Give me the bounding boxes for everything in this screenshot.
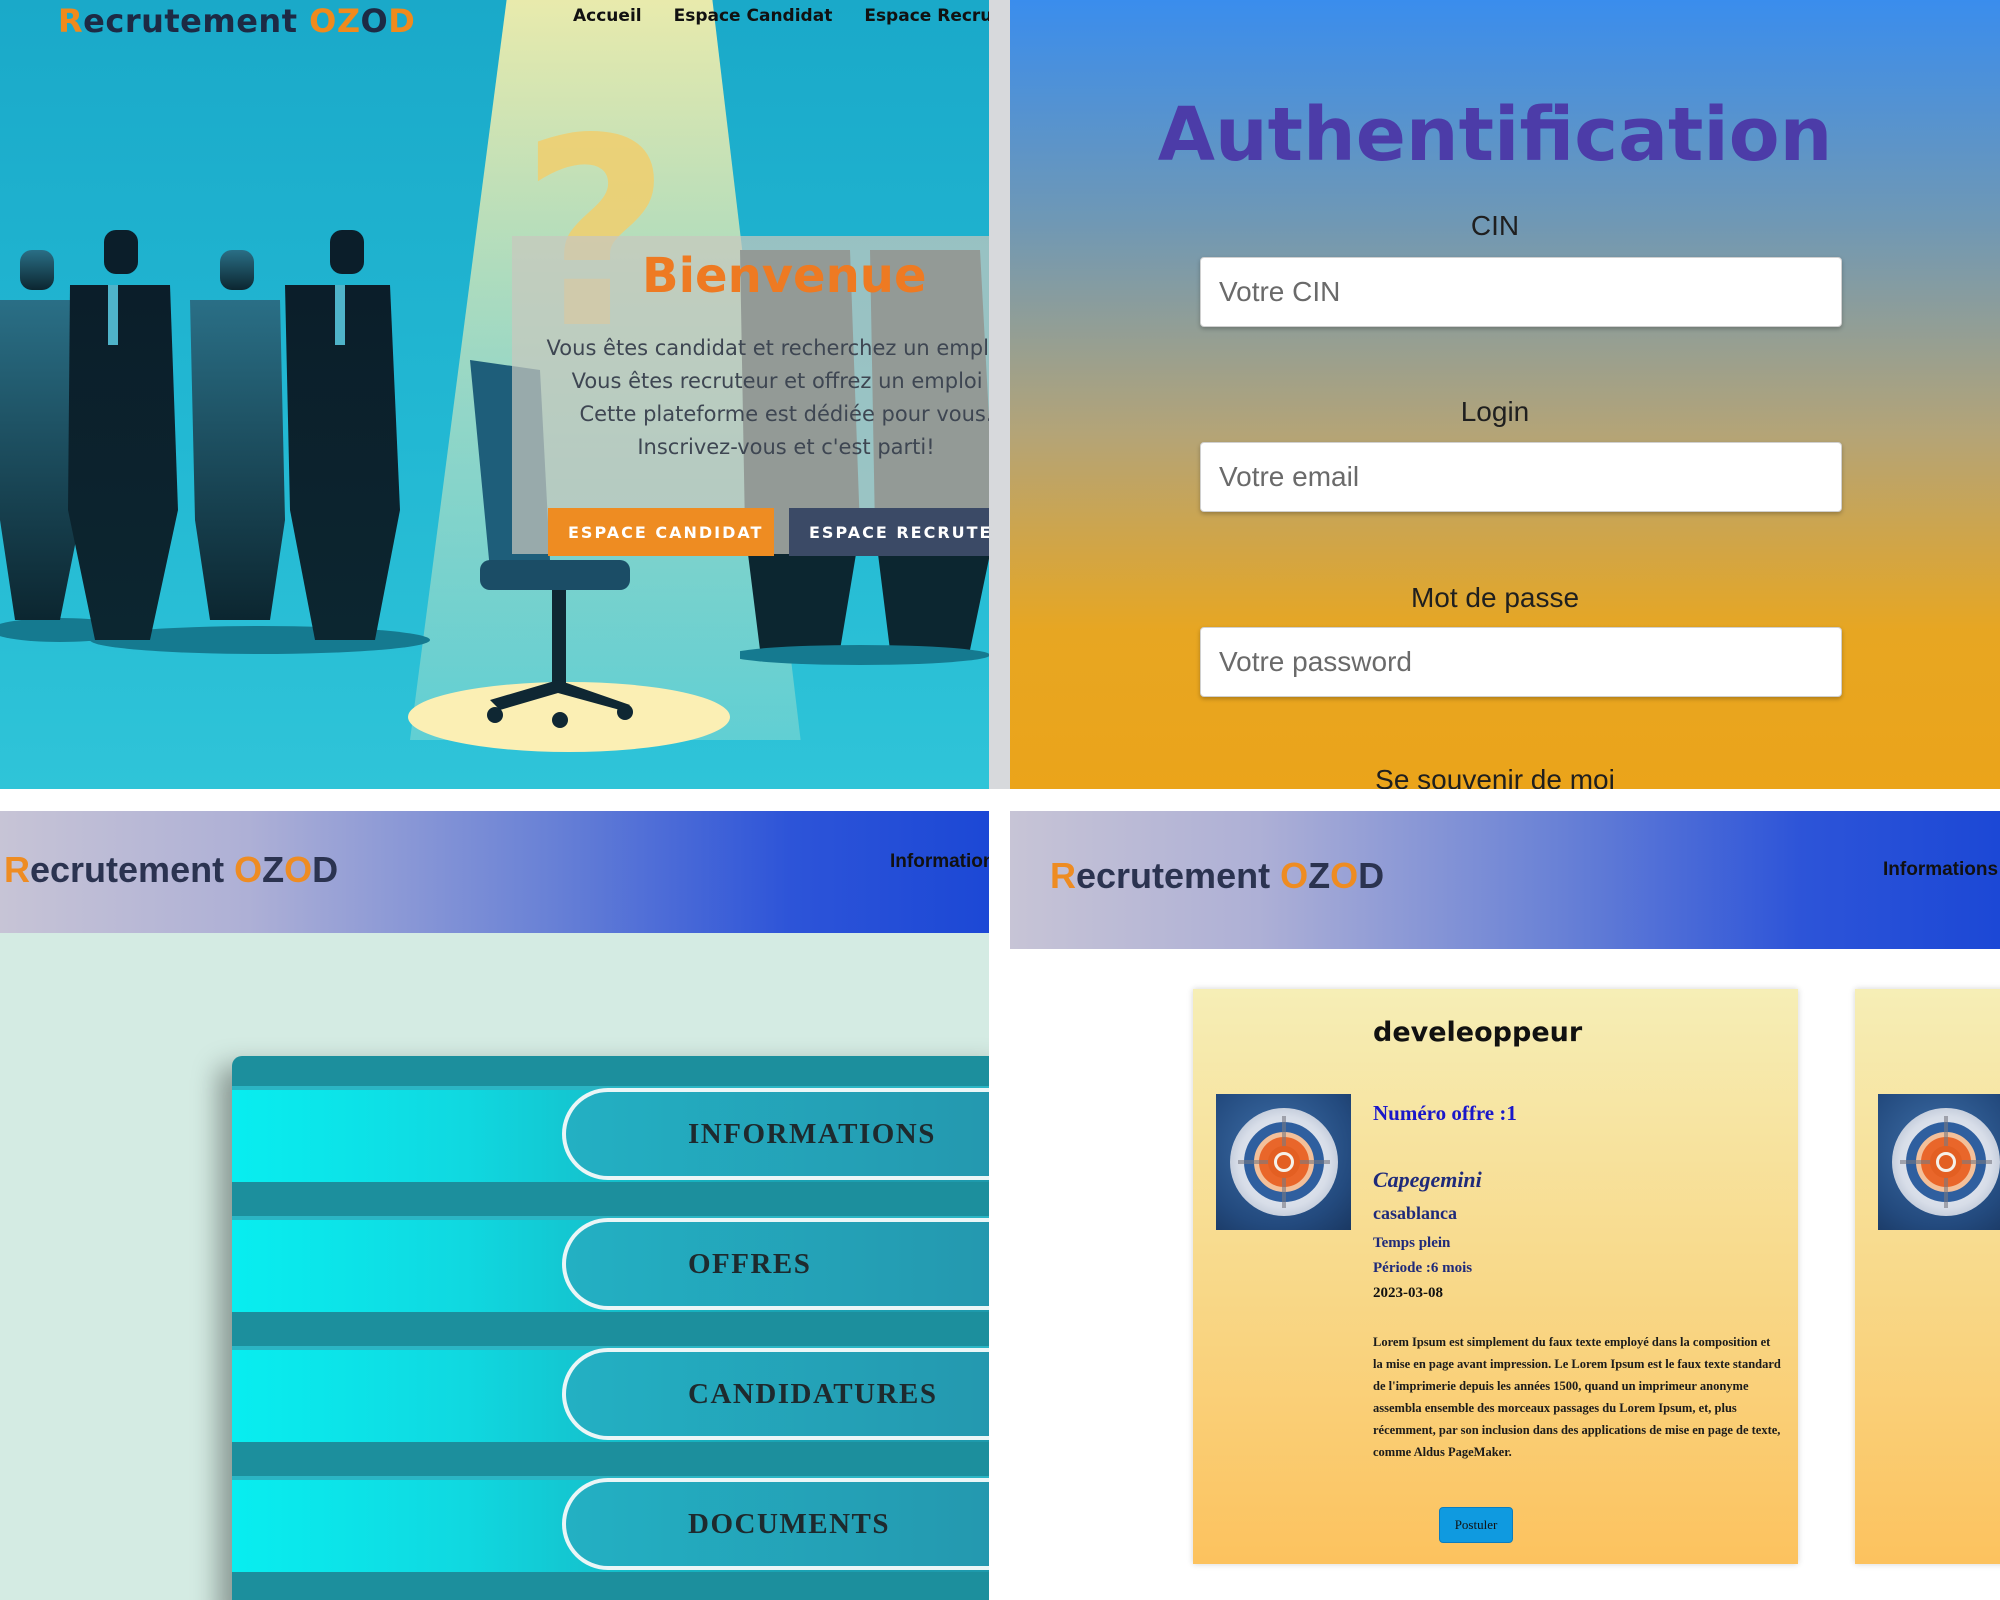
remember-me-label[interactable]: Se souvenir de moi [1010,764,2000,789]
nav-espace-recruteur[interactable]: Espace Recruteur [864,6,989,26]
offer-contract: Temps plein [1373,1235,1451,1251]
brand-letter-d: D [312,849,339,890]
postuler-button[interactable]: Postuler [1439,1507,1513,1543]
panel-divider [989,0,1010,789]
cin-input[interactable] [1200,257,1842,327]
nav-informations[interactable]: Informations [890,851,989,873]
welcome-line: Cette plateforme est dédiée pour vous. [579,402,989,426]
brand-word: ecrutement [83,2,310,40]
offer-title: develeoppeur [1373,1017,1583,1048]
welcome-text: Vous êtes candidat et recherchez un empl… [512,332,989,464]
brand-word: ecrutement [30,849,235,890]
brand-letter-o2: O [360,2,389,40]
offers-panel: Recrutement OZOD Informations develeoppe… [1010,811,2000,1600]
brand-logo[interactable]: Recrutement OZOD [4,849,338,891]
menu-stack: INFORMATIONS OFFRES CANDIDATURES DOCUMEN… [232,1056,989,1600]
brand-initial: R [1050,855,1076,896]
welcome-line: Inscrivez-vous et c'est parti! [637,435,935,459]
target-logo-icon [1216,1094,1351,1230]
offer-city: casablanca [1373,1203,1458,1223]
login-title: Authentification [1157,92,1833,178]
offer-card [1855,989,2000,1564]
brand-letter-o: O [309,2,337,40]
target-logo-icon [1878,1094,2000,1230]
offer-company: Capegemini [1373,1167,1482,1192]
offer-number: Numéro offre :1 [1373,1101,1517,1125]
nav-informations[interactable]: Informations [1883,859,1998,881]
brand-letter-d: D [1358,855,1385,896]
brand-word: ecrutement [1076,855,1281,896]
login-panel: Authentification CIN Login Mot de passe … [1010,0,2000,789]
welcome-line: Vous êtes candidat et recherchez un empl… [546,336,989,360]
menu-item-candidatures[interactable]: CANDIDATURES [562,1348,989,1440]
brand-logo[interactable]: Recrutement OZOD [1050,855,1384,897]
brand-letter-o: O [234,849,263,890]
businessmen-illustration [0,230,430,654]
espace-recruteur-button[interactable]: ESPACE RECRUTEUR [789,508,989,556]
brand-letter-o2: O [1330,855,1359,896]
offer-description: Lorem Ipsum est simplement du faux texte… [1373,1335,1781,1459]
espace-candidat-button[interactable]: ESPACE CANDIDAT [548,508,774,556]
cin-label: CIN [1470,210,1520,241]
welcome-panel: ? Recrutement OZOD Accueil Espace Candid… [0,0,989,789]
brand-initial: R [58,2,84,40]
offer-date: 2023-03-08 [1373,1285,1443,1301]
brand-letter-z: Z [336,2,361,40]
menu-item-offres[interactable]: OFFRES [562,1218,989,1310]
password-input[interactable] [1200,627,1842,697]
welcome-card: Bienvenue Vous êtes candidat et recherch… [512,236,989,554]
brand-letter-o2: O [284,849,313,890]
welcome-line: Vous êtes recruteur et offrez un emploi … [571,369,989,393]
nav-espace-candidat[interactable]: Espace Candidat [674,6,833,26]
brand-letter-z: Z [262,849,285,890]
brand-letter-d: D [388,2,416,40]
brand-logo[interactable]: Recrutement OZOD [58,2,415,40]
menu-item-informations[interactable]: INFORMATIONS [562,1088,989,1180]
offers-header: Recrutement OZOD Informations [1010,811,2000,949]
brand-letter-o: O [1280,855,1309,896]
login-label: Login [1460,396,1530,427]
nav-accueil[interactable]: Accueil [573,6,642,26]
menu-panel: Recrutement OZOD Informations INFORMATIO… [0,811,989,1600]
top-nav: Accueil Espace Candidat Espace Recruteur [573,6,989,26]
password-label: Mot de passe [1410,582,1580,613]
welcome-title: Bienvenue [642,248,927,304]
offer-period: Période :6 mois [1373,1260,1473,1276]
brand-initial: R [4,849,30,890]
brand-letter-z: Z [1308,855,1331,896]
offer-card: develeoppeur Numéro offre :1 Capegemini … [1193,989,1798,1564]
email-input[interactable] [1200,442,1842,512]
menu-header: Recrutement OZOD Informations [0,811,989,933]
menu-item-documents[interactable]: DOCUMENTS [562,1478,989,1570]
